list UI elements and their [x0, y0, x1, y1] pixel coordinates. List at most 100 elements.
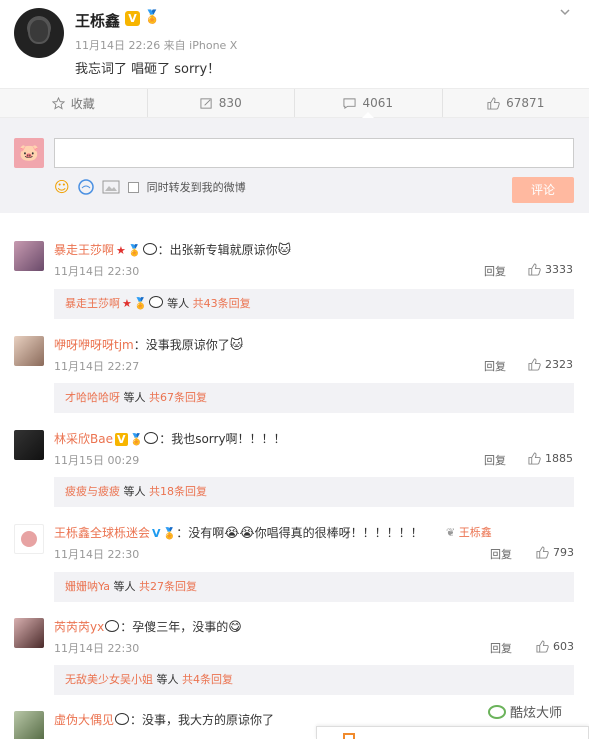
sub-replies[interactable]: 无敌美少女吴小姐 等人 共4条回复 [54, 665, 574, 695]
vip-badge-icon: V [125, 11, 140, 26]
verified-icon: V [152, 527, 161, 540]
sub-replies[interactable]: 暴走王莎啊 ★ 🏅 等人 共43条回复 [54, 289, 574, 319]
comment-text-2: 你唱得真的很棒呀！！！！！！ [254, 526, 423, 540]
sub-reply-user: 无敌美少女吴小姐 [65, 673, 153, 686]
comment-like-button[interactable]: 3333 [528, 263, 573, 276]
comment-icon [343, 97, 357, 109]
comment-avatar[interactable] [14, 524, 44, 554]
comment-like-count: 2323 [545, 358, 573, 371]
sub-reply-user: 才哈哈哈呀 [65, 391, 120, 404]
fan-group-name: 王栎鑫 [458, 526, 492, 539]
comment-username[interactable]: 虚伪大偶见 [54, 713, 114, 727]
comment-count: 4061 [362, 96, 394, 110]
comment-text: ：没事我原谅你了 [133, 338, 230, 352]
comment-avatar[interactable] [14, 336, 44, 366]
sub-reply-count: 共67条回复 [149, 391, 207, 404]
comment-username[interactable]: 咿呀咿呀呀tjm [54, 338, 134, 352]
medal-icon: 🏅 [127, 244, 142, 257]
action-bar: 收藏 830 4061 67871 [0, 88, 589, 118]
tongue-emoji-icon: 😋 [228, 620, 242, 635]
like-icon [536, 640, 549, 653]
sub-reply-count: 共27条回复 [138, 580, 197, 593]
sub-replies[interactable]: 才哈哈哈呀 等人 共67条回复 [54, 383, 574, 413]
image-icon[interactable] [102, 180, 120, 194]
comment-like-count: 3333 [545, 263, 573, 276]
repost-checkbox[interactable] [127, 181, 139, 193]
author-avatar[interactable] [14, 8, 64, 58]
star-badge-icon: ★ [116, 244, 126, 257]
comment-username[interactable]: 暴走王莎啊 [54, 243, 114, 257]
like-count: 67871 [506, 96, 545, 110]
cat-emoji-icon: 🐱 [277, 243, 292, 258]
comment-like-button[interactable]: 793 [536, 546, 574, 559]
star-badge-icon: ★ [122, 297, 132, 310]
comment-text: ：出张新专辑就原谅你 [157, 243, 278, 257]
comment-time: 11月14日 22:30 [54, 265, 140, 278]
like-icon [487, 96, 500, 110]
vip-badge-icon: V [114, 433, 128, 446]
watermark-text: 酷炫大师 [510, 706, 563, 721]
comment-text: ：孕傻三年，没事的 [120, 620, 229, 634]
like-icon [528, 452, 541, 465]
sub-reply-mid: 等人 [120, 391, 149, 404]
topic-icon[interactable] [77, 179, 94, 195]
comment-like-button[interactable]: 603 [536, 640, 574, 653]
comment-button[interactable]: 4061 [295, 89, 443, 118]
my-avatar: 🐷 [14, 138, 44, 168]
comment-username[interactable]: 芮芮芮yx [54, 620, 104, 634]
comment-avatar[interactable] [14, 711, 44, 739]
submit-comment-button[interactable]: 评论 [512, 177, 574, 203]
sub-replies[interactable]: 姗姗呐Ya 等人 共27条回复 [54, 572, 574, 602]
comment-content: 芮芮芮yx ：孕傻三年，没事的😋 [54, 618, 242, 635]
comment-content: 暴走王莎啊 ★ 🏅 ：出张新专辑就原谅你🐱 [54, 241, 291, 258]
author-name[interactable]: 王栎鑫 [75, 10, 120, 31]
comment-time: 11月14日 22:30 [54, 548, 140, 561]
panda-icon [105, 620, 120, 632]
sub-reply-count: 共4条回复 [182, 673, 233, 686]
comment-username[interactable]: 王栎鑫全球栎迷会 [54, 526, 150, 540]
comment-time: 11月14日 22:30 [54, 642, 140, 655]
comment-text: ：没事，我大方的原谅你了 [130, 713, 275, 727]
like-button[interactable]: 67871 [443, 89, 589, 117]
panda-icon [144, 432, 159, 444]
comment-time: 11月14日 22:27 [54, 360, 140, 373]
reply-button[interactable]: 回复 [484, 358, 506, 374]
fan-group-label[interactable]: ❦ 王栎鑫 [446, 524, 492, 540]
sub-reply-mid: 等人 [109, 580, 139, 593]
like-icon [528, 358, 541, 371]
sub-reply-user: 姗姗呐Ya [65, 580, 110, 593]
watermark: 酷炫大师 [488, 702, 562, 721]
comment-username[interactable]: 林采欣Bae [54, 432, 113, 446]
sub-replies[interactable]: 疲疲与疲疲 等人 共18条回复 [54, 477, 574, 507]
reply-button[interactable]: 回复 [484, 452, 506, 468]
comment-like-button[interactable]: 1885 [528, 452, 573, 465]
sub-reply-mid: 等人 [163, 297, 193, 310]
post-header: 王栎鑫 V 🏅 11月14日 22:26 来自 iPhone X 我忘词了 唱砸… [0, 0, 589, 88]
comment-text: ：我也sorry啊！！！！ [159, 432, 286, 446]
sub-reply-user: 暴走王莎啊 [65, 297, 120, 310]
comment-like-count: 1885 [545, 452, 573, 465]
sub-reply-count: 共43条回复 [192, 297, 251, 310]
comment-avatar[interactable] [14, 618, 44, 648]
repost-button[interactable]: 830 [148, 89, 295, 117]
reply-button[interactable]: 回复 [490, 546, 512, 562]
favorite-label: 收藏 [70, 96, 95, 111]
medal-icon: 🏅 [129, 433, 144, 446]
comment-avatar[interactable] [14, 241, 44, 271]
chevron-down-icon[interactable] [559, 6, 571, 18]
repost-count: 830 [218, 96, 242, 110]
comment-content: 咿呀咿呀呀tjm：没事我原谅你了🐱 [54, 336, 243, 353]
comment-content: 虚伪大偶见 ：没事，我大方的原谅你了 [54, 711, 274, 728]
comment-like-button[interactable]: 2323 [528, 358, 573, 371]
reply-button[interactable]: 回复 [490, 640, 512, 656]
medal-icon: 🏅 [133, 297, 148, 310]
emoji-icon[interactable]: ☺ [54, 178, 70, 196]
comment-time: 11月15日 00:29 [54, 454, 140, 467]
wechat-icon [488, 704, 506, 719]
comment-content: 林采欣Bae V 🏅 ：我也sorry啊！！！！ [54, 430, 286, 447]
like-icon [536, 546, 549, 559]
favorite-button[interactable]: 收藏 [0, 89, 148, 117]
comment-avatar[interactable] [14, 430, 44, 460]
reply-button[interactable]: 回复 [484, 263, 506, 279]
comment-input[interactable] [54, 138, 574, 168]
